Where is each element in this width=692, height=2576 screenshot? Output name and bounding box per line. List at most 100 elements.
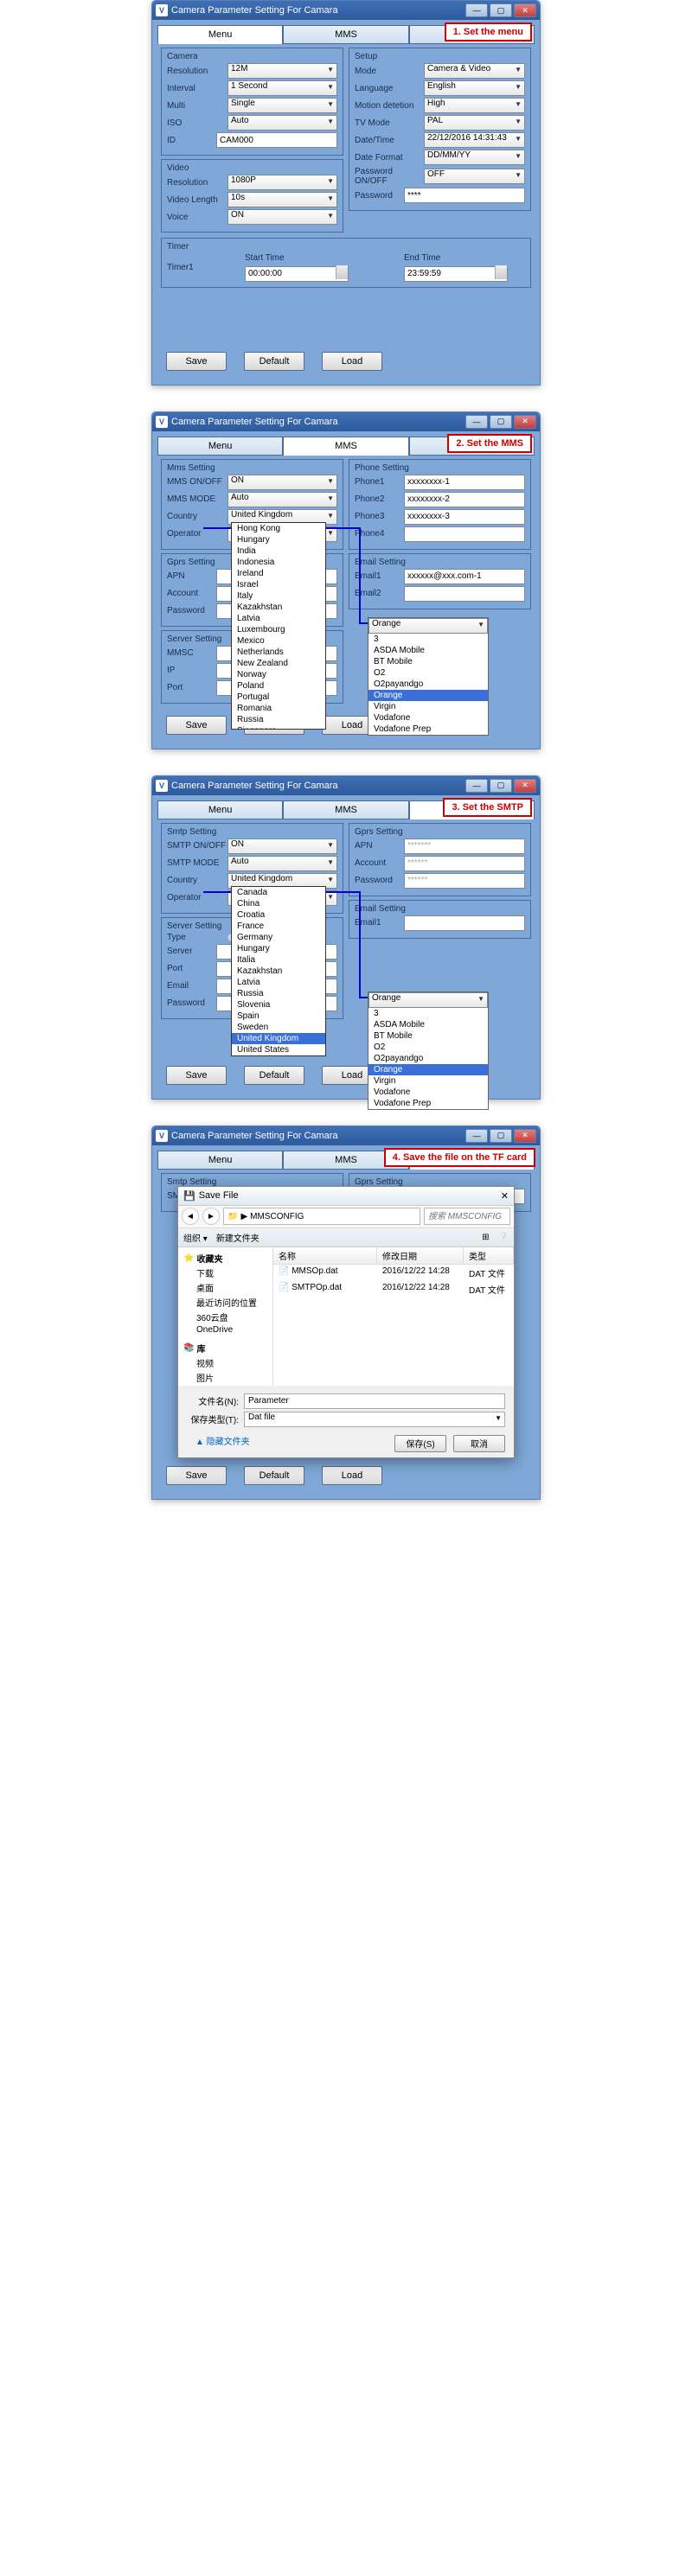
- dropdown-item[interactable]: Mexico: [232, 635, 325, 647]
- dropdown-item[interactable]: 3: [368, 634, 488, 645]
- tab-menu[interactable]: Menu: [157, 25, 283, 44]
- dropdown-item[interactable]: BT Mobile: [368, 1030, 488, 1042]
- dropdown-item[interactable]: Italy: [232, 590, 325, 602]
- load-button[interactable]: Load: [322, 1466, 382, 1485]
- dropdown-item[interactable]: O2payandgo: [368, 1053, 488, 1064]
- view-icon[interactable]: ⊞: [482, 1233, 489, 1242]
- voice-select[interactable]: ON: [227, 209, 337, 225]
- dropdown-item[interactable]: Norway: [232, 669, 325, 680]
- pwonoff-select[interactable]: OFF: [424, 169, 525, 184]
- dropdown-item[interactable]: ASDA Mobile: [368, 1019, 488, 1030]
- sidebar-item[interactable]: 360云盘: [182, 1310, 269, 1324]
- dropdown-item[interactable]: Latvia: [232, 613, 325, 624]
- close-button[interactable]: ✕: [514, 1129, 536, 1143]
- newfolder-button[interactable]: 新建文件夹: [216, 1231, 260, 1244]
- help-icon[interactable]: ❔: [498, 1233, 509, 1242]
- close-button[interactable]: ✕: [514, 3, 536, 17]
- language-select[interactable]: English: [424, 80, 525, 96]
- spinner-icon[interactable]: [495, 265, 507, 279]
- end-time-input[interactable]: [404, 266, 508, 282]
- dropdown-item[interactable]: Hungary: [232, 943, 325, 954]
- mms-onoff-select[interactable]: ON: [227, 475, 337, 490]
- minimize-button[interactable]: —: [465, 779, 488, 793]
- tvmode-select[interactable]: PAL: [424, 115, 525, 131]
- dropdown-item[interactable]: O2payandgo: [368, 679, 488, 690]
- dropdown-item[interactable]: Italia: [232, 954, 325, 966]
- maximize-button[interactable]: ▢: [490, 779, 512, 793]
- col-date[interactable]: 修改日期: [377, 1247, 464, 1264]
- dropdown-item[interactable]: O2: [368, 1042, 488, 1053]
- dropdown-item[interactable]: Latvia: [232, 977, 325, 988]
- video-length-select[interactable]: 10s: [227, 192, 337, 207]
- dropdown-item[interactable]: Spain: [232, 1011, 325, 1022]
- operator-dd-header[interactable]: Orange: [368, 618, 488, 634]
- file-row[interactable]: 📄 MMSOp.dat2016/12/22 14:28DAT 文件: [273, 1265, 514, 1281]
- password-input[interactable]: [404, 188, 525, 203]
- dropdown-item[interactable]: United Kingdom: [232, 1033, 325, 1044]
- email1-input[interactable]: [404, 915, 525, 931]
- phone4-input[interactable]: [404, 526, 525, 542]
- phone3-input[interactable]: [404, 509, 525, 525]
- minimize-button[interactable]: —: [465, 1129, 488, 1143]
- dialog-cancel-button[interactable]: 取消: [453, 1435, 505, 1452]
- dropdown-item[interactable]: Orange: [368, 690, 488, 701]
- camera-resolution-select[interactable]: 12M: [227, 63, 337, 79]
- dialog-save-button[interactable]: 保存(S): [394, 1435, 446, 1452]
- dropdown-item[interactable]: 3: [368, 1008, 488, 1019]
- maximize-button[interactable]: ▢: [490, 415, 512, 429]
- close-button[interactable]: ✕: [514, 415, 536, 429]
- save-button[interactable]: Save: [166, 716, 227, 735]
- smtp-onoff-select[interactable]: ON: [227, 838, 337, 854]
- sidebar-item[interactable]: 图片: [182, 1370, 269, 1385]
- col-name[interactable]: 名称: [273, 1247, 377, 1264]
- dropdown-item[interactable]: Luxembourg: [232, 624, 325, 635]
- country-dropdown[interactable]: Hong KongHungaryIndiaIndonesiaIrelandIsr…: [231, 522, 326, 730]
- filetype-select[interactable]: Dat file: [244, 1412, 505, 1427]
- sidebar-item[interactable]: 最近访问的位置: [182, 1295, 269, 1310]
- tab-menu[interactable]: Menu: [157, 1151, 283, 1170]
- nav-fwd-button[interactable]: ►: [202, 1208, 220, 1225]
- col-type[interactable]: 类型: [464, 1247, 514, 1264]
- mode-select[interactable]: Camera & Video: [424, 63, 525, 79]
- close-button[interactable]: ✕: [514, 779, 536, 793]
- dropdown-item[interactable]: Hungary: [232, 534, 325, 545]
- file-list[interactable]: 名称 修改日期 类型 📄 MMSOp.dat2016/12/22 14:28DA…: [273, 1247, 514, 1386]
- dropdown-item[interactable]: Germany: [232, 932, 325, 943]
- dateformat-select[interactable]: DD/MM/YY: [424, 150, 525, 165]
- minimize-button[interactable]: —: [465, 415, 488, 429]
- dropdown-item[interactable]: Virgin: [368, 701, 488, 712]
- dropdown-item[interactable]: BT Mobile: [368, 656, 488, 667]
- filename-input[interactable]: [244, 1393, 505, 1409]
- dropdown-item[interactable]: O2: [368, 667, 488, 679]
- search-input[interactable]: [424, 1208, 510, 1225]
- spinner-icon[interactable]: [336, 265, 348, 279]
- dropdown-item[interactable]: India: [232, 545, 325, 557]
- sidebar-item[interactable]: 视频: [182, 1355, 269, 1370]
- dropdown-item[interactable]: United States: [232, 1044, 325, 1055]
- dropdown-item[interactable]: Kazakhstan: [232, 966, 325, 977]
- dropdown-item[interactable]: Vodafone Prep: [368, 1098, 488, 1109]
- operator-dd-header[interactable]: Orange: [368, 992, 488, 1008]
- default-button[interactable]: Default: [244, 1066, 304, 1085]
- email1-input[interactable]: [404, 569, 525, 584]
- sidebar-item[interactable]: 桌面: [182, 1280, 269, 1295]
- dropdown-item[interactable]: Ireland: [232, 568, 325, 579]
- dropdown-item[interactable]: ASDA Mobile: [368, 645, 488, 656]
- load-button[interactable]: Load: [322, 352, 382, 371]
- sidebar-item[interactable]: OneDrive: [182, 1324, 269, 1336]
- dropdown-item[interactable]: New Zealand: [232, 658, 325, 669]
- dropdown-item[interactable]: China: [232, 898, 325, 909]
- dialog-sidebar[interactable]: ⭐收藏夹 下载桌面最近访问的位置360云盘OneDrive 📚库 视频图片文档: [178, 1247, 273, 1386]
- dropdown-item[interactable]: Slovenia: [232, 999, 325, 1011]
- save-button[interactable]: Save: [166, 352, 227, 371]
- operator-dropdown[interactable]: Orange 3ASDA MobileBT MobileO2O2payandgo…: [368, 992, 489, 1110]
- tab-mms[interactable]: MMS: [283, 437, 408, 456]
- organize-button[interactable]: 组织 ▾: [183, 1231, 208, 1244]
- apn-input[interactable]: [404, 838, 525, 854]
- phone2-input[interactable]: [404, 492, 525, 507]
- email2-input[interactable]: [404, 586, 525, 602]
- file-list-header[interactable]: 名称 修改日期 类型: [273, 1247, 514, 1265]
- dropdown-item[interactable]: Singapore: [232, 725, 325, 730]
- tab-mms[interactable]: MMS: [283, 25, 408, 44]
- dropdown-item[interactable]: Portugal: [232, 692, 325, 703]
